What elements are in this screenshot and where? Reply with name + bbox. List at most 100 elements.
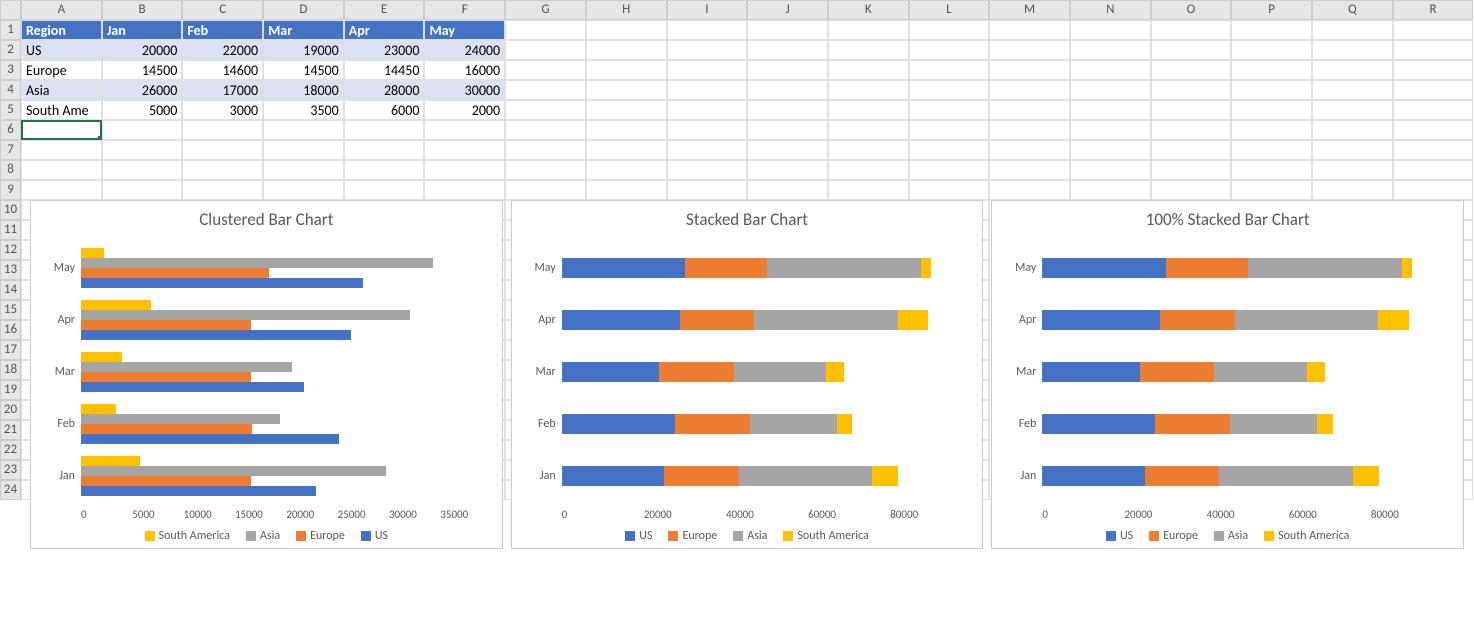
cell-M9[interactable]	[989, 180, 1070, 200]
cell-O8[interactable]	[1151, 160, 1232, 180]
cell-R6[interactable]	[1393, 120, 1474, 140]
cell-B7[interactable]	[102, 140, 183, 160]
cell-I3[interactable]	[667, 60, 748, 80]
cell-G1[interactable]	[505, 20, 586, 40]
cell-L1[interactable]	[909, 20, 990, 40]
cell-M4[interactable]	[989, 80, 1070, 100]
row-header-21[interactable]: 21	[0, 420, 21, 440]
cell-K9[interactable]	[828, 180, 909, 200]
row-header-9[interactable]: 9	[0, 180, 21, 200]
cell-J6[interactable]	[747, 120, 828, 140]
cell-C9[interactable]	[182, 180, 263, 200]
cell-J9[interactable]	[747, 180, 828, 200]
cell-G7[interactable]	[505, 140, 586, 160]
cell-A8[interactable]	[21, 160, 102, 180]
cell-K8[interactable]	[828, 160, 909, 180]
cell-M3[interactable]	[989, 60, 1070, 80]
column-header-F[interactable]: F	[424, 0, 505, 20]
cell-Q6[interactable]	[1312, 120, 1393, 140]
cell-D9[interactable]	[263, 180, 344, 200]
cell-O6[interactable]	[1151, 120, 1232, 140]
row-header-1[interactable]: 1	[0, 20, 21, 40]
cell-O3[interactable]	[1151, 60, 1232, 80]
cell-J7[interactable]	[747, 140, 828, 160]
cell-R1[interactable]	[1393, 20, 1474, 40]
cell-C7[interactable]	[182, 140, 263, 160]
cell-E1[interactable]: Apr	[344, 20, 425, 40]
row-header-8[interactable]: 8	[0, 160, 21, 180]
cell-O4[interactable]	[1151, 80, 1232, 100]
cell-K5[interactable]	[828, 100, 909, 120]
row-header-2[interactable]: 2	[0, 40, 21, 60]
column-header-J[interactable]: J	[747, 0, 828, 20]
cell-M1[interactable]	[989, 20, 1070, 40]
cell-B6[interactable]	[102, 120, 183, 140]
column-header-B[interactable]: B	[102, 0, 183, 20]
cell-G6[interactable]	[505, 120, 586, 140]
row-header-14[interactable]: 14	[0, 280, 21, 300]
column-header-H[interactable]: H	[586, 0, 667, 20]
cell-A2[interactable]: US	[21, 40, 102, 60]
cell-O9[interactable]	[1151, 180, 1232, 200]
row-header-16[interactable]: 16	[0, 320, 21, 340]
cell-F2[interactable]: 24000	[424, 40, 505, 60]
column-header-Q[interactable]: Q	[1312, 0, 1393, 20]
cell-I7[interactable]	[667, 140, 748, 160]
cell-Q4[interactable]	[1312, 80, 1393, 100]
cell-D4[interactable]: 18000	[263, 80, 344, 100]
cell-P7[interactable]	[1231, 140, 1312, 160]
cell-P5[interactable]	[1231, 100, 1312, 120]
cell-Q3[interactable]	[1312, 60, 1393, 80]
cell-M6[interactable]	[989, 120, 1070, 140]
cell-F3[interactable]: 16000	[424, 60, 505, 80]
column-header-R[interactable]: R	[1393, 0, 1474, 20]
column-header-I[interactable]: I	[667, 0, 748, 20]
cell-G4[interactable]	[505, 80, 586, 100]
cell-P4[interactable]	[1231, 80, 1312, 100]
cell-P9[interactable]	[1231, 180, 1312, 200]
cell-O5[interactable]	[1151, 100, 1232, 120]
cell-A7[interactable]	[21, 140, 102, 160]
cell-L4[interactable]	[909, 80, 990, 100]
column-header-K[interactable]: K	[828, 0, 909, 20]
cell-P1[interactable]	[1231, 20, 1312, 40]
cell-K1[interactable]	[828, 20, 909, 40]
row-header-7[interactable]: 7	[0, 140, 21, 160]
cell-Q2[interactable]	[1312, 40, 1393, 60]
column-header-N[interactable]: N	[1070, 0, 1151, 20]
cell-L9[interactable]	[909, 180, 990, 200]
cell-B2[interactable]: 20000	[102, 40, 183, 60]
row-header-22[interactable]: 22	[0, 440, 21, 460]
cell-F8[interactable]	[424, 160, 505, 180]
cell-D6[interactable]	[263, 120, 344, 140]
row-header-10[interactable]: 10	[0, 200, 21, 220]
column-header-M[interactable]: M	[989, 0, 1070, 20]
cell-E6[interactable]	[344, 120, 425, 140]
cell-I6[interactable]	[667, 120, 748, 140]
cell-R5[interactable]	[1393, 100, 1474, 120]
column-header-P[interactable]: P	[1231, 0, 1312, 20]
cell-G5[interactable]	[505, 100, 586, 120]
column-header-O[interactable]: O	[1151, 0, 1232, 20]
cell-J2[interactable]	[747, 40, 828, 60]
cell-D1[interactable]: Mar	[263, 20, 344, 40]
cell-K3[interactable]	[828, 60, 909, 80]
cell-K7[interactable]	[828, 140, 909, 160]
cell-C1[interactable]: Feb	[182, 20, 263, 40]
cell-I9[interactable]	[667, 180, 748, 200]
cell-N9[interactable]	[1070, 180, 1151, 200]
cell-B9[interactable]	[102, 180, 183, 200]
chart-1[interactable]: Stacked Bar ChartJanFebMarAprMay02000040…	[511, 200, 984, 549]
cell-C8[interactable]	[182, 160, 263, 180]
row-header-17[interactable]: 17	[0, 340, 21, 360]
cell-C2[interactable]: 22000	[182, 40, 263, 60]
cell-G2[interactable]	[505, 40, 586, 60]
cell-E4[interactable]: 28000	[344, 80, 425, 100]
cell-Q8[interactable]	[1312, 160, 1393, 180]
row-header-24[interactable]: 24	[0, 480, 21, 500]
cell-R9[interactable]	[1393, 180, 1474, 200]
cell-N2[interactable]	[1070, 40, 1151, 60]
cell-P6[interactable]	[1231, 120, 1312, 140]
cell-Q5[interactable]	[1312, 100, 1393, 120]
cell-A4[interactable]: Asia	[21, 80, 102, 100]
